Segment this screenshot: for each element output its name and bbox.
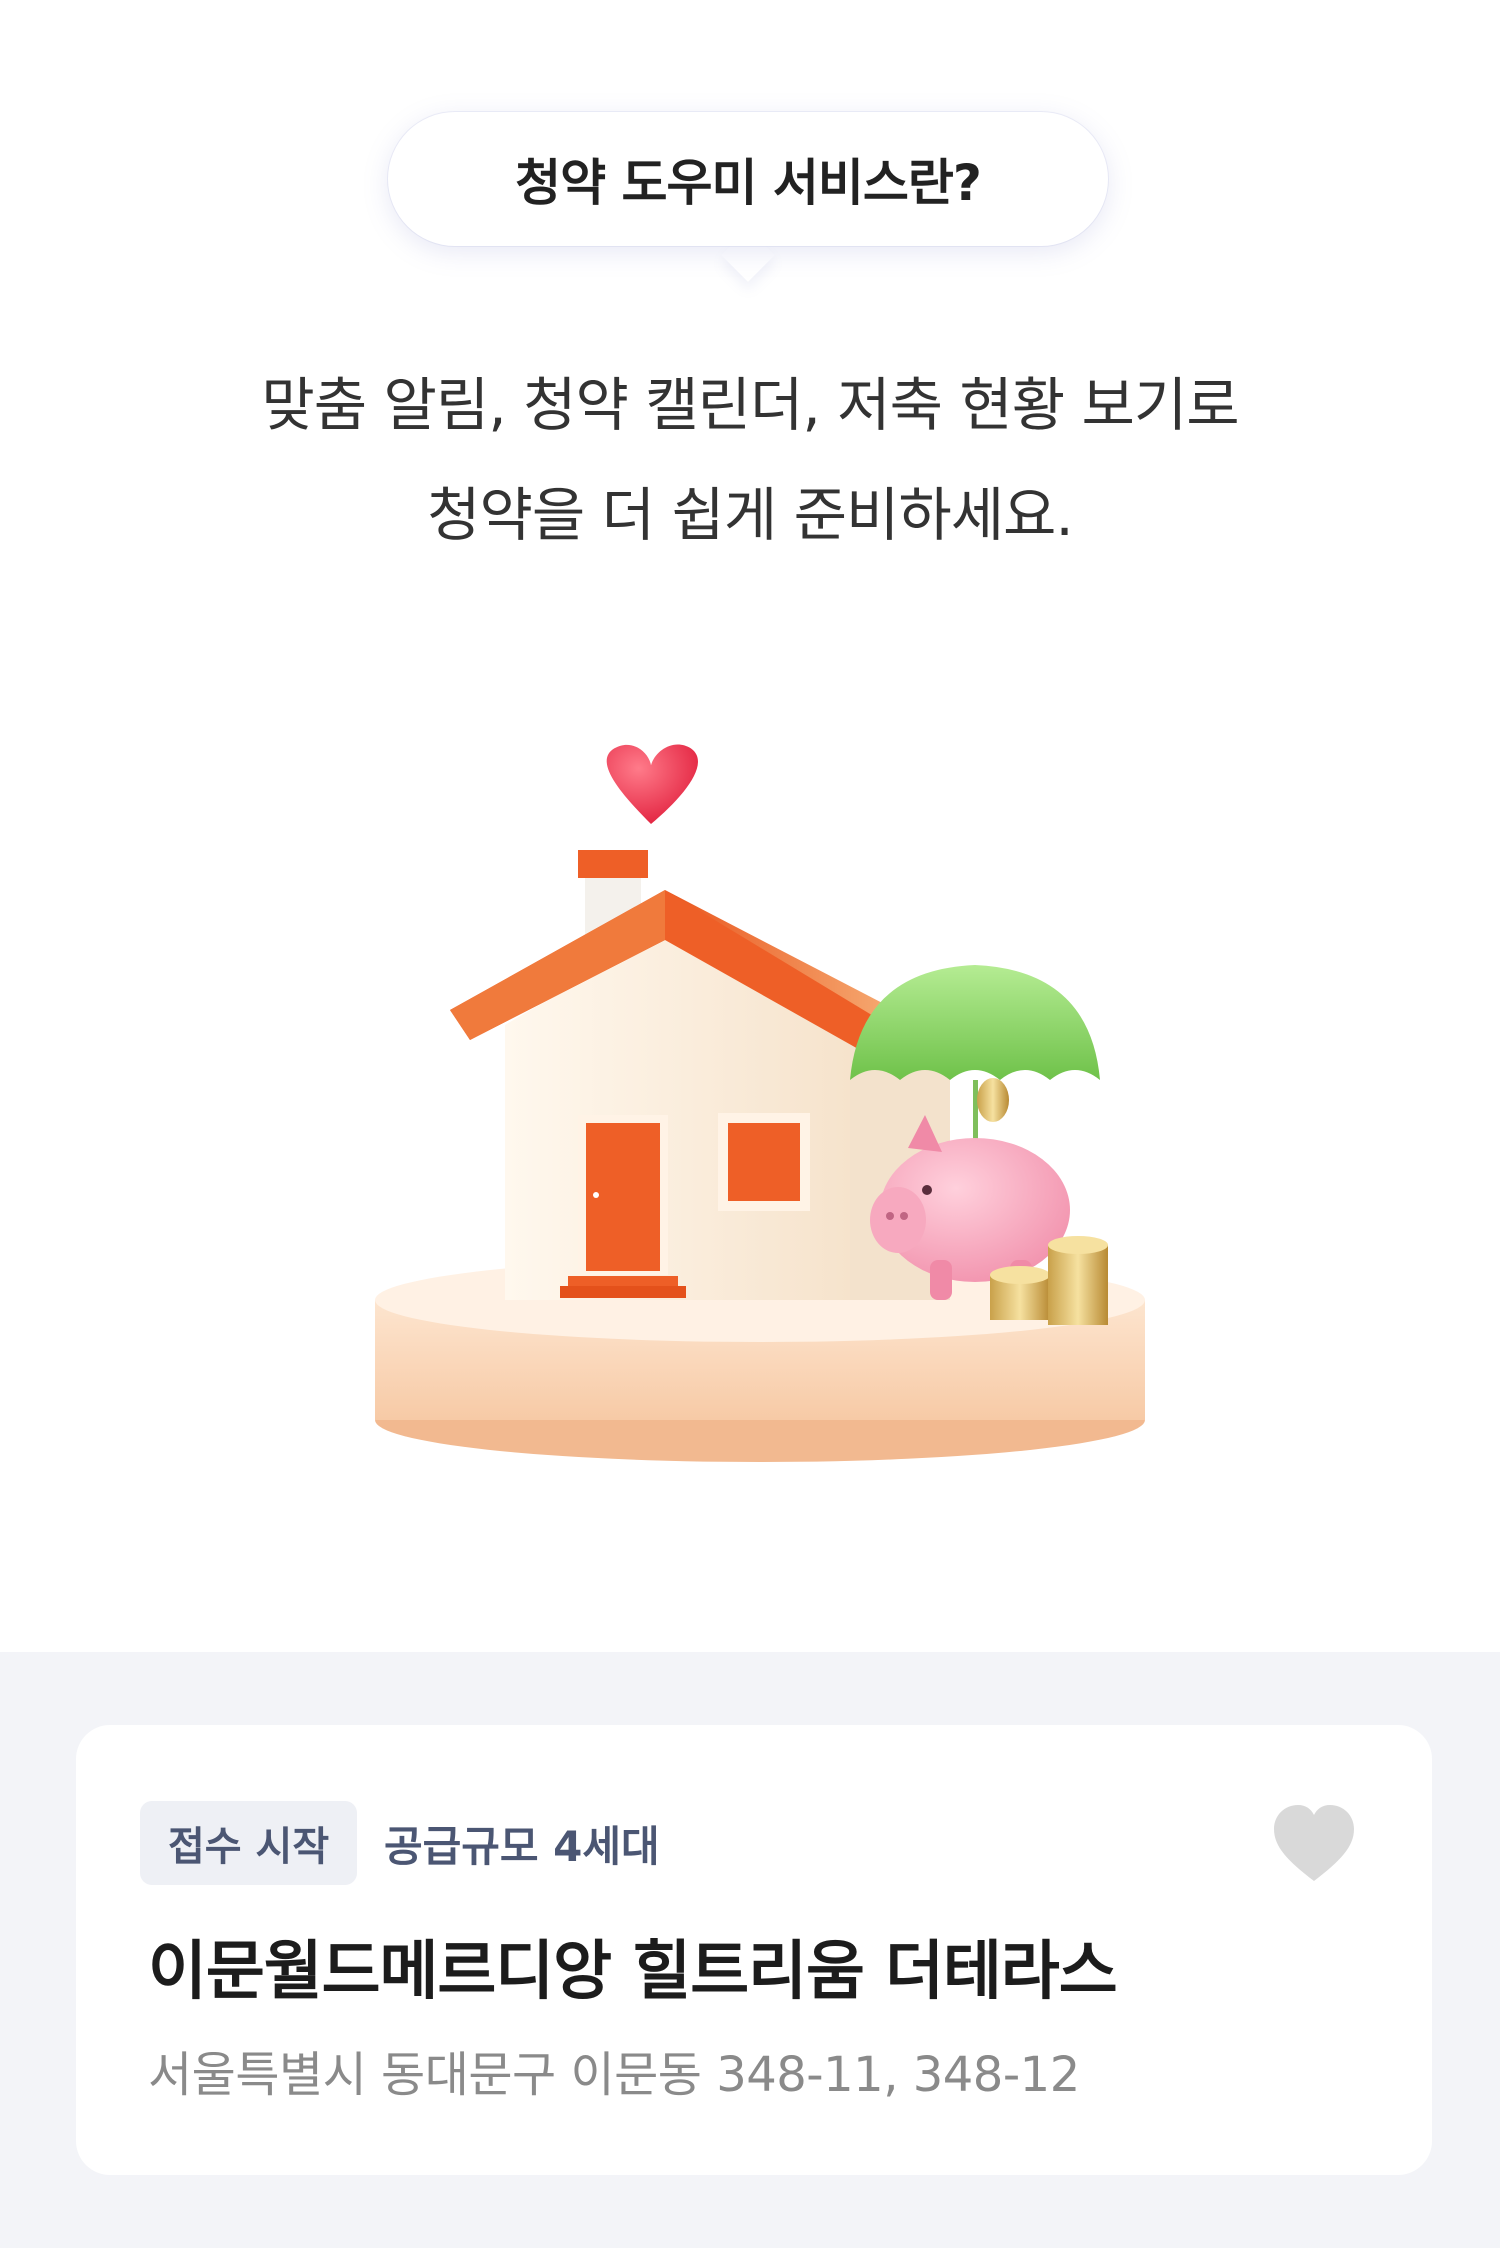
supply-info: 공급규모 4세대 bbox=[384, 1821, 660, 1871]
favorite-button[interactable] bbox=[1266, 1797, 1362, 1893]
house-illustration bbox=[375, 744, 1145, 1462]
description-line-1: 맞춤 알림, 청약 캘린더, 저축 현황 보기로 bbox=[261, 371, 1239, 439]
heart-icon bbox=[1274, 1805, 1354, 1881]
status-badge: 접수 시작 bbox=[140, 1801, 358, 1885]
intro-section: 청약 도우미 서비스란? 맞춤 알림, 청약 캘린더, 저축 현황 보기로 청약… bbox=[0, 0, 1500, 1652]
listing-title: 이문월드메르디앙 힐트리움 더테라스 bbox=[148, 1935, 1118, 2009]
listing-address: 서울특별시 동대문구 이문동 348-11, 348-12 bbox=[148, 2047, 1080, 2103]
bubble-title: 청약 도우미 서비스란? bbox=[515, 154, 982, 212]
listing-card[interactable]: 접수 시작 공급규모 4세대 이문월드메르디앙 힐트리움 더테라스 서울특별시 … bbox=[76, 1725, 1432, 2175]
description-line-2: 청약을 더 쉽게 준비하세요. bbox=[427, 481, 1074, 549]
intro-description: 맞춤 알림, 청약 캘린더, 저축 현황 보기로 청약을 더 쉽게 준비하세요. bbox=[0, 350, 1500, 570]
speech-bubble: 청약 도우미 서비스란? bbox=[388, 112, 1108, 246]
